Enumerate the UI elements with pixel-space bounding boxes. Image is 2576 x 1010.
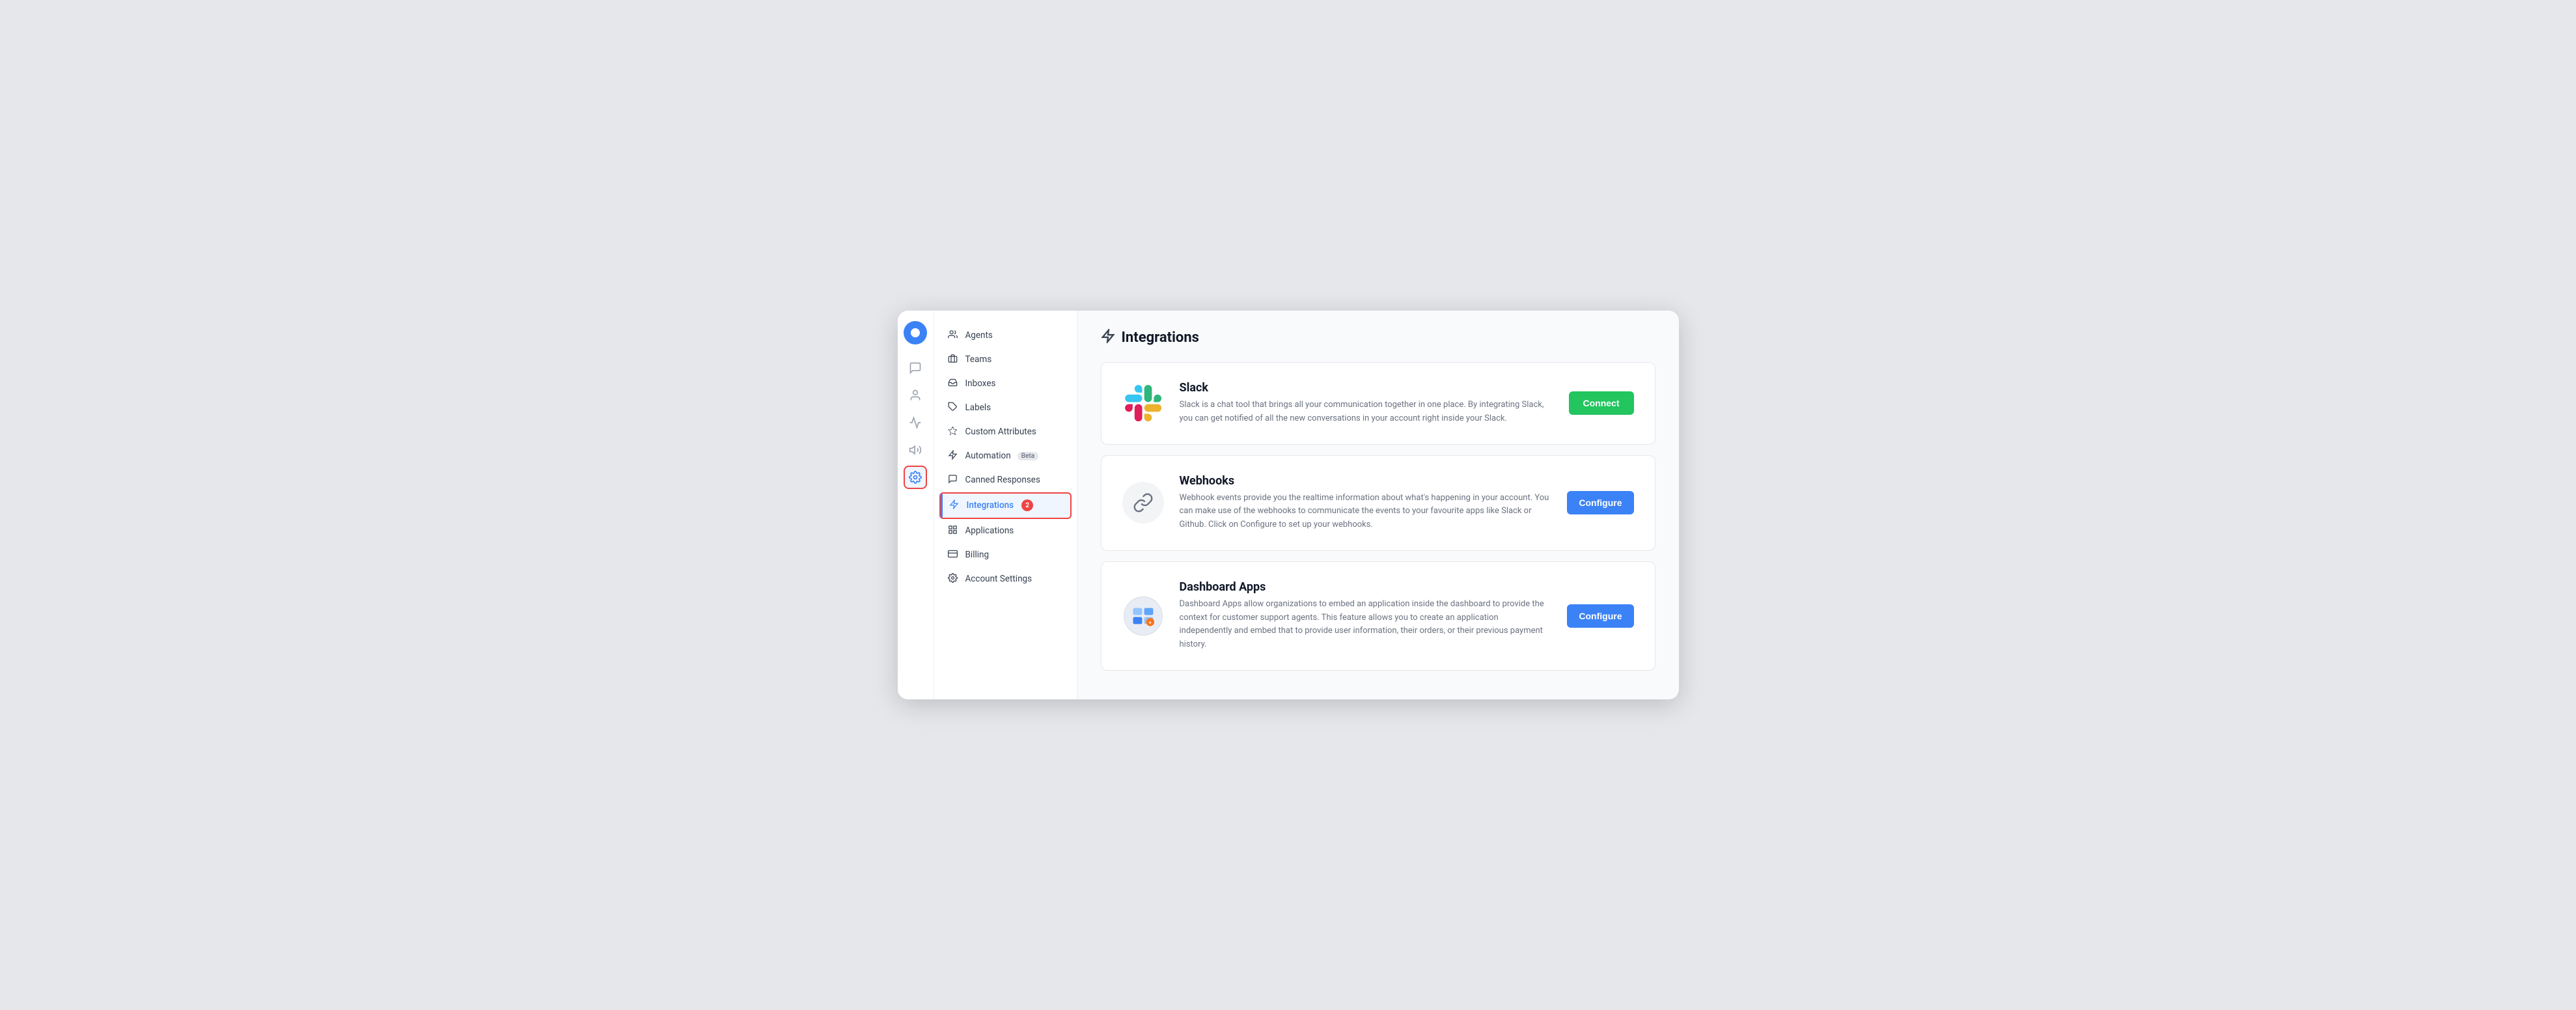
sidebar-item-automation-label: Automation bbox=[965, 451, 1011, 461]
sidebar-item-inboxes[interactable]: Inboxes bbox=[934, 372, 1077, 396]
sidebar-item-agents-label: Agents bbox=[965, 330, 993, 341]
dashboard-apps-content: Dashboard Apps Dashboard Apps allow orga… bbox=[1180, 580, 1552, 652]
sidebar-item-teams[interactable]: Teams bbox=[934, 348, 1077, 372]
webhooks-description: Webhook events provide you the realtime … bbox=[1180, 492, 1552, 532]
webhooks-card: Webhooks Webhook events provide you the … bbox=[1101, 455, 1655, 551]
webhooks-title: Webhooks bbox=[1180, 474, 1552, 488]
integrations-icon bbox=[949, 499, 960, 512]
sidebar-item-canned-responses-label: Canned Responses bbox=[965, 475, 1040, 485]
sidebar-item-labels[interactable]: Labels bbox=[934, 396, 1077, 420]
page-header-icon bbox=[1101, 329, 1115, 346]
slack-card: Slack Slack is a chat tool that brings a… bbox=[1101, 362, 1655, 445]
page-title: Integrations bbox=[1122, 330, 1199, 346]
dashboard-apps-configure-button[interactable]: Configure bbox=[1567, 604, 1633, 628]
labels-icon bbox=[947, 402, 959, 414]
slack-connect-button[interactable]: Connect bbox=[1569, 391, 1634, 415]
sidebar-item-applications[interactable]: Applications bbox=[934, 519, 1077, 543]
sidebar-item-integrations-label: Integrations bbox=[967, 500, 1014, 511]
sidebar-item-billing-label: Billing bbox=[965, 550, 990, 560]
page-header: Integrations bbox=[1101, 329, 1655, 346]
slack-action: Connect bbox=[1569, 391, 1634, 415]
custom-attributes-icon bbox=[947, 426, 959, 438]
slack-content: Slack Slack is a chat tool that brings a… bbox=[1180, 381, 1553, 426]
icon-rail bbox=[898, 311, 934, 699]
settings-icon[interactable] bbox=[904, 466, 927, 489]
sidebar-item-account-settings[interactable]: Account Settings bbox=[934, 567, 1077, 591]
slack-description: Slack is a chat tool that brings all you… bbox=[1180, 399, 1553, 426]
sidebar-item-labels-label: Labels bbox=[965, 402, 991, 413]
sidebar-item-agents[interactable]: Agents bbox=[934, 324, 1077, 348]
reports-icon[interactable] bbox=[904, 411, 927, 434]
sidebar-item-billing[interactable]: Billing bbox=[934, 543, 1077, 567]
sidebar-item-canned-responses[interactable]: Canned Responses bbox=[934, 468, 1077, 492]
inboxes-icon bbox=[947, 378, 959, 390]
main-window: Agents Teams Inboxes Labels Custom Attri… bbox=[898, 311, 1679, 699]
teams-icon bbox=[947, 354, 959, 366]
sidebar-item-account-settings-label: Account Settings bbox=[965, 574, 1032, 584]
sidebar-item-custom-attributes-label: Custom Attributes bbox=[965, 427, 1036, 437]
slack-title: Slack bbox=[1180, 381, 1553, 395]
sidebar-item-custom-attributes[interactable]: Custom Attributes bbox=[934, 420, 1077, 444]
integrations-badge: 2 bbox=[1021, 499, 1033, 511]
contacts-icon[interactable] bbox=[904, 384, 927, 407]
dashboard-apps-action: Configure bbox=[1567, 604, 1633, 628]
sidebar-item-integrations[interactable]: Integrations 2 bbox=[939, 492, 1072, 519]
dashboard-apps-card: + Dashboard Apps Dashboard Apps allow or… bbox=[1101, 561, 1655, 671]
svg-text:+: + bbox=[1148, 619, 1151, 625]
dashboard-apps-title: Dashboard Apps bbox=[1180, 580, 1552, 594]
applications-icon bbox=[947, 525, 959, 537]
conversations-icon[interactable] bbox=[904, 356, 927, 380]
agents-icon bbox=[947, 330, 959, 342]
main-content: Integrations Slack Slack is a chat tool … bbox=[1077, 311, 1679, 699]
campaigns-icon[interactable] bbox=[904, 438, 927, 462]
webhooks-configure-button[interactable]: Configure bbox=[1567, 491, 1633, 514]
account-settings-icon bbox=[947, 573, 959, 585]
dashboard-apps-logo: + bbox=[1122, 595, 1164, 637]
webhooks-icon bbox=[1122, 482, 1164, 524]
automation-beta-badge: Beta bbox=[1018, 452, 1038, 460]
sidebar-item-automation[interactable]: Automation Beta bbox=[934, 444, 1077, 468]
sidebar-item-teams-label: Teams bbox=[965, 354, 992, 365]
dashboard-apps-description: Dashboard Apps allow organizations to em… bbox=[1180, 598, 1552, 652]
automation-icon bbox=[947, 450, 959, 462]
slack-logo bbox=[1122, 382, 1164, 424]
canned-responses-icon bbox=[947, 474, 959, 486]
webhooks-action: Configure bbox=[1567, 491, 1633, 514]
billing-icon bbox=[947, 549, 959, 561]
sidebar-item-applications-label: Applications bbox=[965, 526, 1014, 536]
avatar[interactable] bbox=[904, 321, 927, 344]
webhooks-content: Webhooks Webhook events provide you the … bbox=[1180, 474, 1552, 532]
webhooks-logo bbox=[1122, 482, 1164, 524]
sidebar: Agents Teams Inboxes Labels Custom Attri… bbox=[934, 311, 1077, 699]
sidebar-item-inboxes-label: Inboxes bbox=[965, 378, 996, 389]
